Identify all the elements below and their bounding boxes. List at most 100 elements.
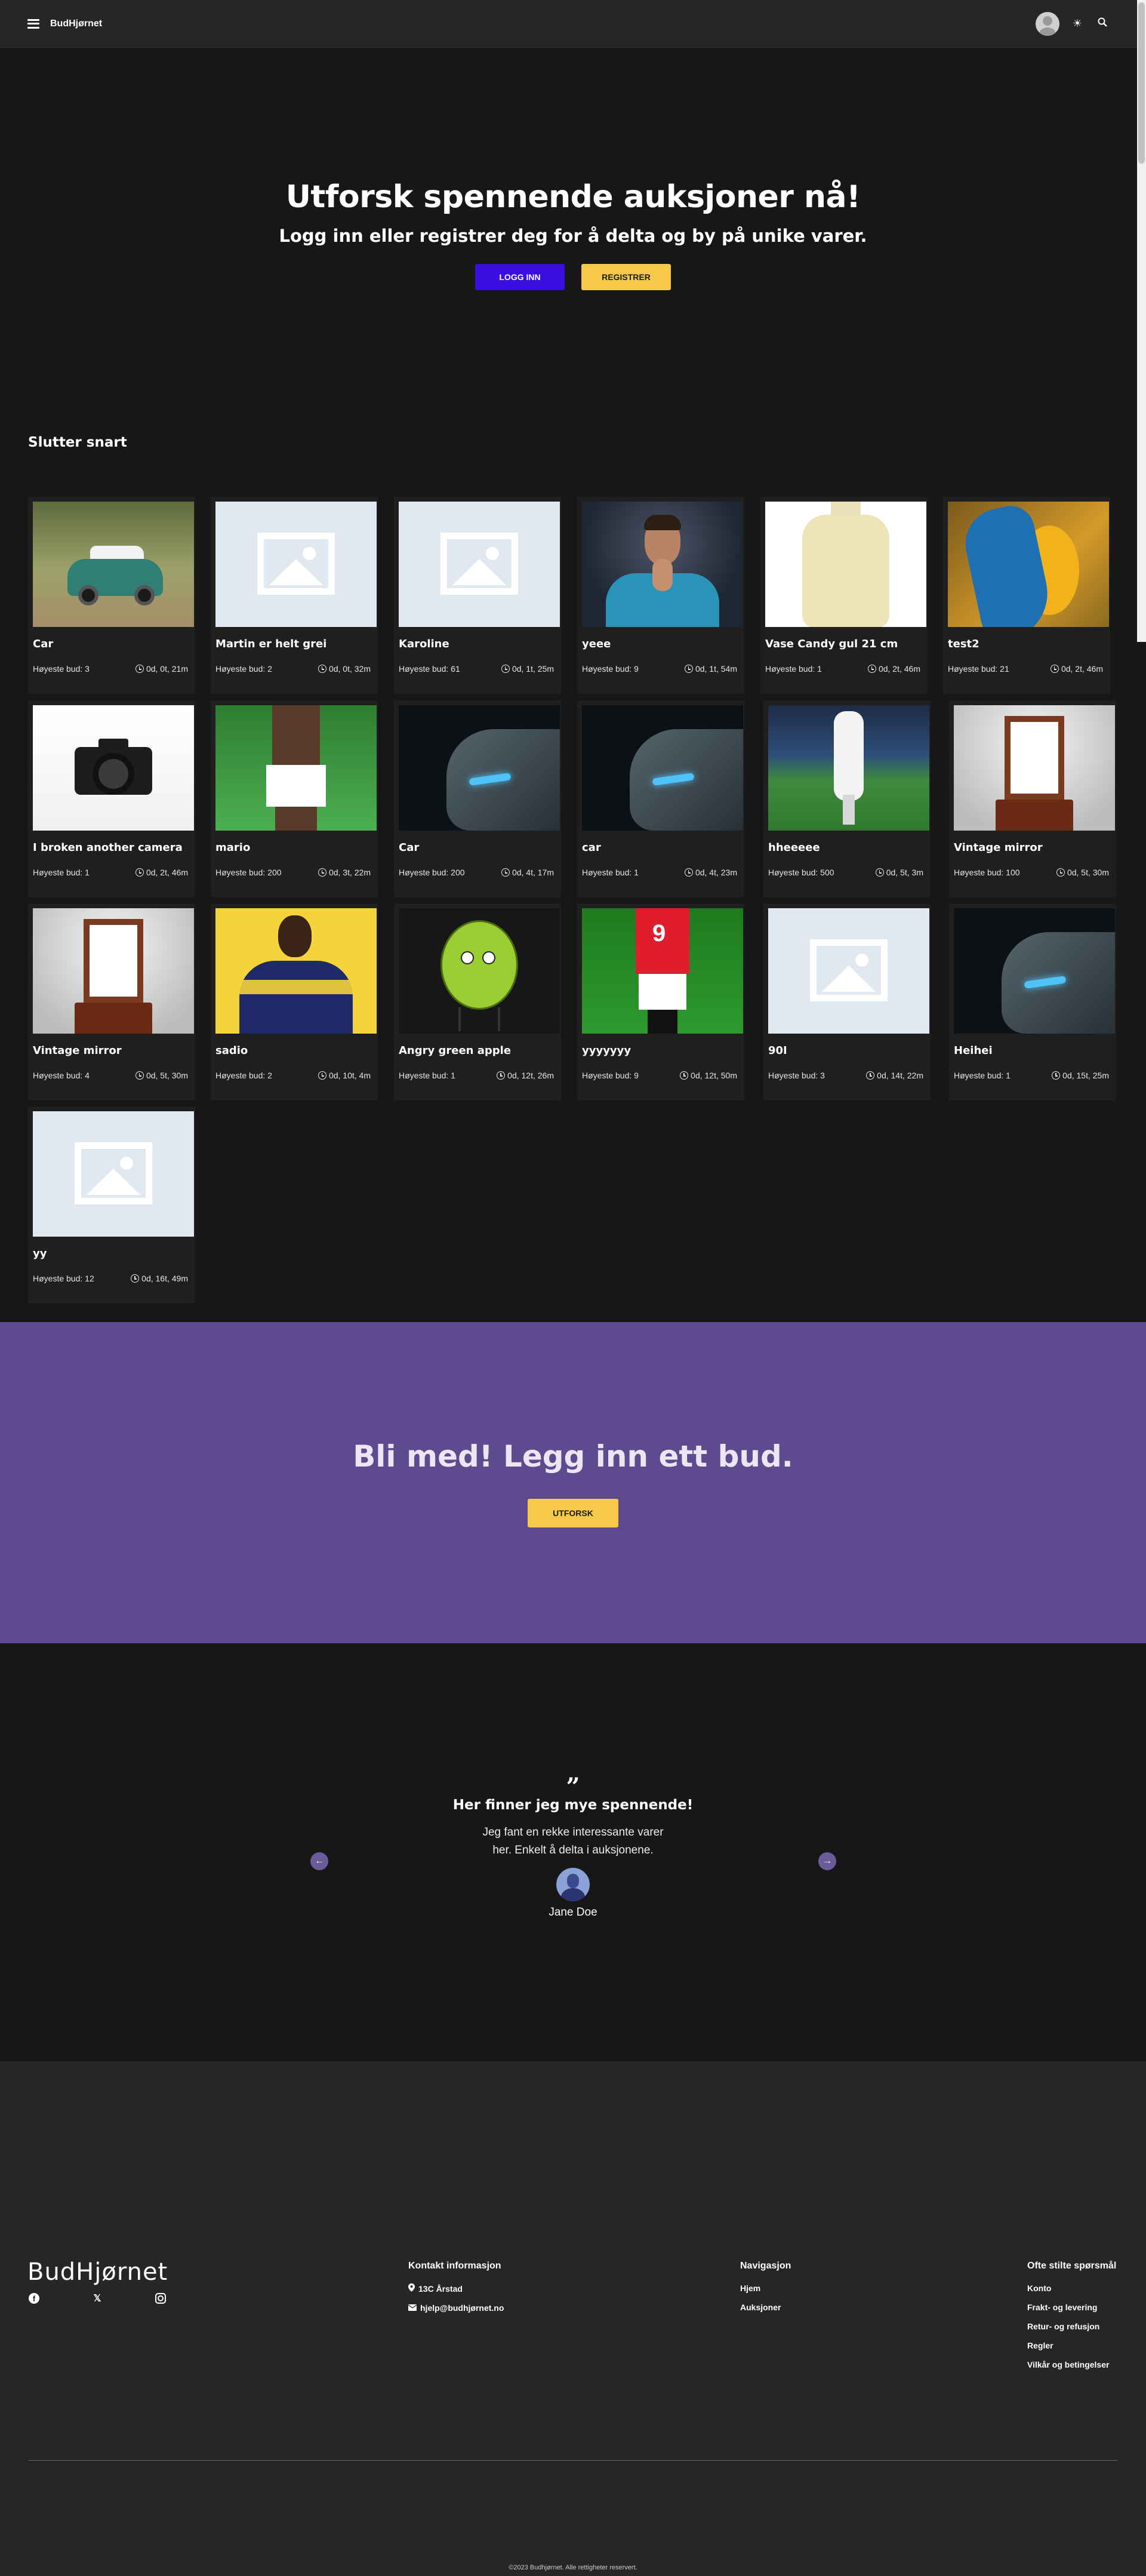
- footer-divider: [29, 2460, 1117, 2461]
- bid-label: Høyeste bud:: [33, 1071, 83, 1080]
- auction-card[interactable]: car Høyeste bud: 1 0d, 4t, 23m: [577, 700, 744, 897]
- auction-title[interactable]: yyyyyyy: [582, 1044, 631, 1057]
- bid-value: 1: [817, 664, 822, 674]
- auction-title[interactable]: Martin er helt grei: [215, 638, 326, 650]
- auction-card[interactable]: Vintage mirror Høyeste bud: 100 0d, 5t, 30…: [949, 700, 1116, 897]
- auction-image[interactable]: [765, 502, 926, 627]
- auction-title[interactable]: I broken another camera: [33, 841, 183, 854]
- auction-image[interactable]: [33, 502, 194, 627]
- hamburger-icon[interactable]: [27, 19, 39, 29]
- instagram-icon[interactable]: [155, 2293, 166, 2304]
- faq-link-returns[interactable]: Retur- og refusjon: [1027, 2322, 1116, 2331]
- auction-image[interactable]: [33, 705, 194, 831]
- auction-title[interactable]: car: [582, 841, 601, 854]
- auction-card[interactable]: 90I Høyeste bud: 3 0d, 14t, 22m: [763, 903, 931, 1101]
- scroll-thumb[interactable]: [1138, 2, 1145, 164]
- register-button[interactable]: REGISTRER: [581, 264, 671, 290]
- search-icon[interactable]: [1095, 17, 1110, 30]
- auction-image[interactable]: [399, 502, 560, 627]
- user-avatar[interactable]: [1036, 11, 1059, 36]
- faq-link-terms[interactable]: Vilkår og betingelser: [1027, 2360, 1116, 2369]
- clock-icon: [684, 868, 693, 877]
- auction-card[interactable]: Karoline Høyeste bud: 61 0d, 1t, 25m: [394, 497, 561, 694]
- email-item[interactable]: hjelp@budhjørnet.no: [408, 2303, 504, 2313]
- auction-image[interactable]: [948, 502, 1109, 627]
- auction-title[interactable]: Car: [33, 638, 53, 650]
- auction-card[interactable]: hheeeee Høyeste bud: 500 0d, 5t, 3m: [763, 700, 931, 897]
- auction-card[interactable]: yeee Høyeste bud: 9 0d, 1t, 54m: [577, 497, 744, 694]
- auction-title[interactable]: Heihei: [954, 1044, 993, 1057]
- auction-card[interactable]: Car Høyeste bud: 200 0d, 4t, 17m: [394, 700, 561, 897]
- auction-title[interactable]: mario: [215, 841, 250, 854]
- navbar-brand[interactable]: BudHjørnet: [50, 19, 102, 29]
- auction-image[interactable]: [33, 1111, 194, 1237]
- auction-image[interactable]: [33, 908, 194, 1034]
- bid-label: Høyeste bud:: [399, 664, 449, 674]
- auction-card[interactable]: sadio Høyeste bud: 2 0d, 10t, 4m: [211, 903, 378, 1101]
- auction-title[interactable]: Vase Candy gul 21 cm: [765, 638, 898, 650]
- auction-image[interactable]: [399, 705, 560, 831]
- auction-card[interactable]: mario Høyeste bud: 200 0d, 3t, 22m: [211, 700, 378, 897]
- arrow-left-icon[interactable]: ←: [310, 1852, 328, 1870]
- time-value: 0d, 2t, 46m: [878, 664, 920, 674]
- auction-meta: Høyeste bud: 3 0d, 0t, 21m: [33, 664, 188, 674]
- auction-image[interactable]: [582, 705, 743, 831]
- auction-title[interactable]: Angry green apple: [399, 1044, 511, 1057]
- auction-image[interactable]: [582, 502, 743, 627]
- auction-meta: Høyeste bud: 61 0d, 1t, 25m: [399, 664, 554, 674]
- auction-card[interactable]: test2 Høyeste bud: 21 0d, 2t, 46m: [943, 497, 1110, 694]
- auction-image[interactable]: [768, 908, 929, 1034]
- auction-card[interactable]: I broken another camera Høyeste bud: 1 0d,…: [28, 700, 195, 897]
- clock-icon: [135, 868, 144, 877]
- login-button[interactable]: LOGG INN: [475, 264, 565, 290]
- auction-card[interactable]: Vintage mirror Høyeste bud: 4 0d, 5t, 30m: [28, 903, 195, 1101]
- auction-image[interactable]: [215, 502, 377, 627]
- auction-title[interactable]: Car: [399, 841, 419, 854]
- footer: BudHjørnet f 𝕏 Kontakt informasjon 13C Å…: [0, 2061, 1146, 2576]
- contact-heading: Kontakt informasjon: [408, 2261, 501, 2271]
- auction-image[interactable]: [954, 705, 1115, 831]
- sun-icon[interactable]: ☀: [1070, 17, 1085, 30]
- auction-image[interactable]: [215, 705, 377, 831]
- auction-image[interactable]: [768, 705, 929, 831]
- auction-image[interactable]: [954, 908, 1115, 1034]
- auction-title[interactable]: Vintage mirror: [954, 841, 1043, 854]
- auction-title[interactable]: Vintage mirror: [33, 1044, 122, 1057]
- x-twitter-icon[interactable]: 𝕏: [92, 2293, 103, 2304]
- footer-link-auctions[interactable]: Auksjoner: [740, 2303, 791, 2312]
- auction-card[interactable]: Martin er helt grei Høyeste bud: 2 0d, 0t,…: [211, 497, 378, 694]
- faq-link-shipping[interactable]: Frakt- og levering: [1027, 2303, 1116, 2312]
- location-pin-icon: [408, 2283, 415, 2294]
- footer-link-home[interactable]: Hjem: [740, 2283, 791, 2293]
- clock-icon: [135, 1071, 144, 1080]
- auction-card[interactable]: yy Høyeste bud: 12 0d, 16t, 49m: [28, 1106, 195, 1304]
- auction-meta: Høyeste bud: 1 0d, 2t, 46m: [33, 868, 188, 877]
- auction-image[interactable]: [399, 908, 560, 1034]
- footer-contact: Kontakt informasjon 13C Årstad hjelp@bud…: [408, 2261, 504, 2322]
- auction-card[interactable]: Angry green apple Høyeste bud: 1 0d, 12t, …: [394, 903, 561, 1101]
- auction-title[interactable]: Karoline: [399, 638, 449, 650]
- facebook-icon[interactable]: f: [29, 2293, 39, 2304]
- faq-link-rules[interactable]: Regler: [1027, 2341, 1116, 2350]
- explore-button[interactable]: UTFORSK: [528, 1499, 618, 1527]
- page-scrollbar[interactable]: [1137, 0, 1146, 642]
- testimonial-section: ” Her finner jeg mye spennende! Jeg fant…: [0, 1643, 1146, 2061]
- auction-title[interactable]: sadio: [215, 1044, 248, 1057]
- auction-card[interactable]: Heihei Høyeste bud: 1 0d, 15t, 25m: [949, 903, 1116, 1101]
- envelope-icon: [408, 2303, 417, 2313]
- auction-title[interactable]: test2: [948, 638, 979, 650]
- faq-link-account[interactable]: Konto: [1027, 2283, 1116, 2293]
- auction-title[interactable]: yy: [33, 1247, 47, 1260]
- hero-subtitle: Logg inn eller registrer deg for å delta…: [279, 226, 867, 246]
- email-text[interactable]: hjelp@budhjørnet.no: [420, 2303, 504, 2313]
- auction-image[interactable]: [215, 908, 377, 1034]
- auction-title[interactable]: yeee: [582, 638, 611, 650]
- time-value: 0d, 4t, 23m: [695, 868, 737, 877]
- auction-title[interactable]: hheeeee: [768, 841, 820, 854]
- auction-title[interactable]: 90I: [768, 1044, 787, 1057]
- arrow-right-icon[interactable]: →: [818, 1852, 836, 1870]
- auction-card[interactable]: 9 yyyyyyy Høyeste bud: 9 0d, 12t, 50m: [577, 903, 744, 1101]
- auction-card[interactable]: Car Høyeste bud: 3 0d, 0t, 21m: [28, 497, 195, 694]
- auction-image[interactable]: 9: [582, 908, 743, 1034]
- auction-card[interactable]: Vase Candy gul 21 cm Høyeste bud: 1 0d, 2t…: [760, 497, 928, 694]
